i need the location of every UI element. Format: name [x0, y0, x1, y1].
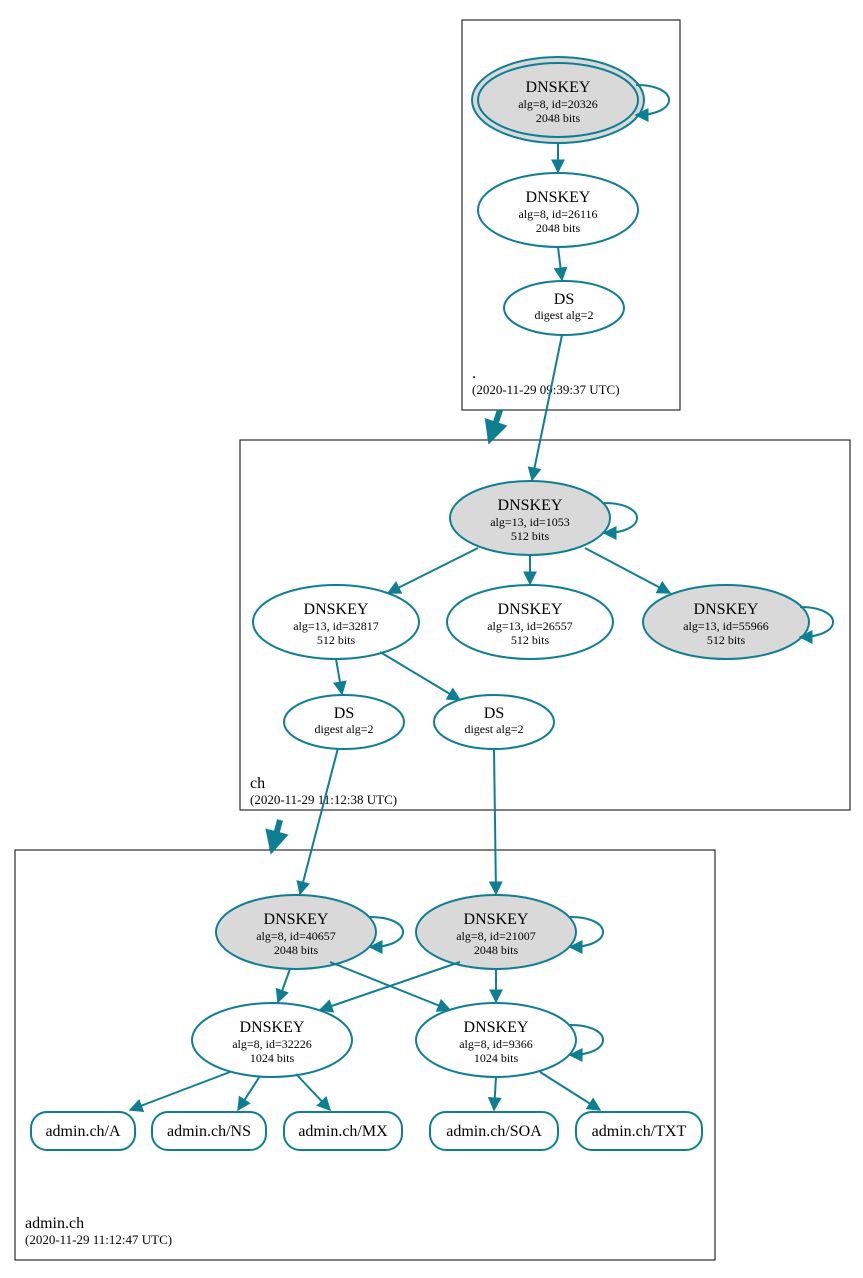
edge-admin-k1-z1: [278, 969, 290, 1002]
svg-text:alg=8, id=20326: alg=8, id=20326: [518, 97, 598, 111]
svg-text:512 bits: 512 bits: [707, 633, 746, 647]
svg-text:digest alg=2: digest alg=2: [464, 722, 523, 736]
node-ch-z3: DNSKEY alg=13, id=55966 512 bits: [643, 585, 809, 659]
node-ch-ds1: DS digest alg=2: [284, 695, 404, 749]
edge-ch-ksk-z3: [585, 548, 670, 593]
node-ch-z2: DNSKEY alg=13, id=26557 512 bits: [447, 585, 613, 659]
node-rr-a: admin.ch/A: [31, 1112, 135, 1150]
edge-admin-z1-a: [130, 1072, 230, 1110]
svg-text:DS: DS: [484, 705, 504, 722]
svg-text:admin.ch/MX: admin.ch/MX: [298, 1123, 388, 1140]
svg-text:512 bits: 512 bits: [317, 633, 356, 647]
svg-text:DS: DS: [554, 291, 574, 308]
svg-text:alg=8, id=26116: alg=8, id=26116: [518, 207, 597, 221]
svg-text:512 bits: 512 bits: [511, 633, 550, 647]
edge-zone-root-ch: [490, 410, 500, 440]
svg-text:admin.ch/A: admin.ch/A: [45, 1123, 121, 1140]
node-ch-ds2: DS digest alg=2: [434, 695, 554, 749]
zone-admin-timestamp: (2020-11-29 11:12:47 UTC): [25, 1232, 172, 1247]
svg-text:DS: DS: [334, 705, 354, 722]
node-root-ksk: DNSKEY alg=8, id=20326 2048 bits: [472, 57, 644, 143]
zone-admin-label: admin.ch: [25, 1215, 84, 1232]
edge-ch-z1-ds1: [336, 659, 342, 694]
svg-text:DNSKEY: DNSKEY: [240, 1019, 305, 1036]
node-root-ds: DS digest alg=2: [504, 281, 624, 335]
svg-text:alg=8, id=40657: alg=8, id=40657: [256, 929, 336, 943]
edge-admin-z1-ns: [238, 1076, 260, 1110]
node-admin-z2: DNSKEY alg=8, id=9366 1024 bits: [416, 1003, 576, 1077]
edge-admin-z2-txt: [540, 1072, 600, 1110]
zone-root-label: .: [472, 365, 476, 382]
svg-text:DNSKEY: DNSKEY: [304, 601, 369, 618]
svg-text:alg=8, id=9366: alg=8, id=9366: [459, 1037, 533, 1051]
node-admin-k2: DNSKEY alg=8, id=21007 2048 bits: [416, 895, 576, 969]
svg-text:DNSKEY: DNSKEY: [464, 911, 529, 928]
edge-ch-ksk-z1: [388, 548, 478, 593]
zone-ch-label: ch: [250, 775, 265, 792]
svg-text:DNSKEY: DNSKEY: [498, 497, 563, 514]
node-admin-k1: DNSKEY alg=8, id=40657 2048 bits: [216, 895, 376, 969]
svg-text:2048 bits: 2048 bits: [536, 221, 581, 235]
zone-root-timestamp: (2020-11-29 09:39:37 UTC): [472, 382, 620, 397]
svg-text:2048 bits: 2048 bits: [274, 943, 319, 957]
node-rr-soa: admin.ch/SOA: [430, 1112, 558, 1150]
svg-text:DNSKEY: DNSKEY: [526, 79, 591, 96]
edge-ch-ds1-admin-k1: [300, 748, 338, 894]
svg-text:admin.ch/SOA: admin.ch/SOA: [446, 1123, 542, 1140]
edge-root-zsk-ds: [558, 247, 562, 280]
node-rr-txt: admin.ch/TXT: [576, 1112, 702, 1150]
node-admin-z1: DNSKEY alg=8, id=32226 1024 bits: [192, 1003, 352, 1077]
svg-text:DNSKEY: DNSKEY: [464, 1019, 529, 1036]
svg-text:DNSKEY: DNSKEY: [694, 601, 759, 618]
svg-text:alg=8, id=32226: alg=8, id=32226: [232, 1037, 312, 1051]
svg-text:alg=8, id=21007: alg=8, id=21007: [456, 929, 536, 943]
svg-text:2048 bits: 2048 bits: [474, 943, 519, 957]
edge-zone-ch-admin: [272, 820, 280, 850]
svg-text:DNSKEY: DNSKEY: [526, 189, 591, 206]
svg-text:admin.ch/TXT: admin.ch/TXT: [592, 1123, 687, 1140]
dnssec-chain-diagram: . (2020-11-29 09:39:37 UTC) DNSKEY alg=8…: [0, 0, 863, 1278]
svg-text:alg=13, id=1053: alg=13, id=1053: [490, 515, 570, 529]
edge-admin-z2-soa: [494, 1077, 496, 1110]
svg-text:digest alg=2: digest alg=2: [534, 308, 593, 322]
node-ch-z1: DNSKEY alg=13, id=32817 512 bits: [253, 585, 419, 659]
node-rr-ns: admin.ch/NS: [152, 1112, 266, 1150]
svg-text:1024 bits: 1024 bits: [474, 1051, 519, 1065]
svg-text:DNSKEY: DNSKEY: [498, 601, 563, 618]
edge-ch-z1-ds2: [380, 652, 460, 700]
svg-text:alg=13, id=26557: alg=13, id=26557: [487, 619, 573, 633]
svg-text:1024 bits: 1024 bits: [250, 1051, 295, 1065]
edge-admin-k2-z1: [320, 962, 460, 1010]
zone-admin-box: [15, 850, 715, 1260]
node-rr-mx: admin.ch/MX: [284, 1112, 402, 1150]
edge-ch-ds2-admin-k2: [494, 749, 496, 894]
svg-text:alg=13, id=32817: alg=13, id=32817: [293, 619, 379, 633]
svg-text:digest alg=2: digest alg=2: [314, 722, 373, 736]
svg-text:admin.ch/NS: admin.ch/NS: [167, 1123, 251, 1140]
svg-text:DNSKEY: DNSKEY: [264, 911, 329, 928]
node-root-zsk: DNSKEY alg=8, id=26116 2048 bits: [478, 173, 638, 247]
node-ch-ksk: DNSKEY alg=13, id=1053 512 bits: [450, 481, 610, 555]
svg-text:512 bits: 512 bits: [511, 529, 550, 543]
edge-root-ds-ch-ksk: [532, 335, 562, 480]
svg-text:2048 bits: 2048 bits: [536, 111, 581, 125]
edge-admin-z1-mx: [296, 1074, 330, 1110]
svg-text:alg=13, id=55966: alg=13, id=55966: [683, 619, 769, 633]
